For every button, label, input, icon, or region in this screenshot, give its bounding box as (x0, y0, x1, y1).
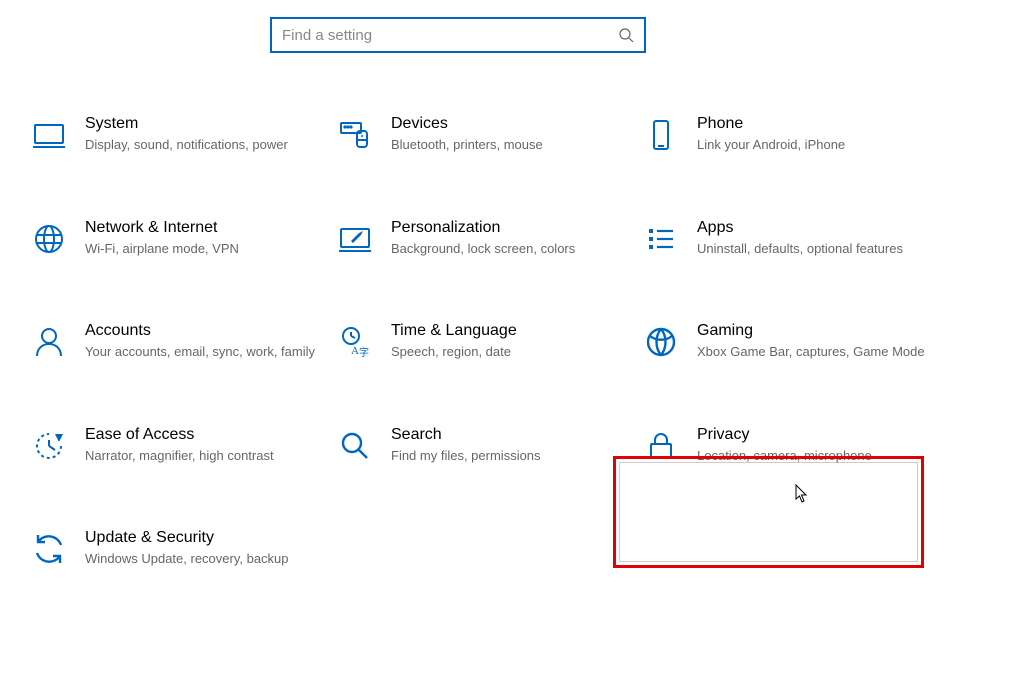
gaming-icon (643, 324, 679, 360)
tile-desc: Background, lock screen, colors (391, 240, 625, 258)
search-icon (618, 27, 634, 43)
tile-desc: Speech, region, date (391, 343, 625, 361)
tile-desc: Windows Update, recovery, backup (85, 550, 319, 568)
search-box[interactable] (270, 17, 646, 53)
tile-desc: Wi-Fi, airplane mode, VPN (85, 240, 319, 258)
tile-time-language[interactable]: A 字 Time & Language Speech, region, date (331, 317, 631, 366)
tile-title: Apps (697, 219, 931, 237)
tile-title: Time & Language (391, 322, 625, 340)
tile-desc: Your accounts, email, sync, work, family (85, 343, 319, 361)
tile-text: Network & Internet Wi-Fi, airplane mode,… (85, 219, 319, 258)
tile-apps[interactable]: Apps Uninstall, defaults, optional featu… (637, 214, 937, 263)
tile-search[interactable]: Search Find my files, permissions (331, 421, 631, 470)
tile-text: Gaming Xbox Game Bar, captures, Game Mod… (697, 322, 931, 361)
tile-system[interactable]: System Display, sound, notifications, po… (25, 110, 325, 159)
tile-title: Privacy (697, 426, 931, 444)
tile-desc: Uninstall, defaults, optional features (697, 240, 931, 258)
tile-desc: Bluetooth, printers, mouse (391, 136, 625, 154)
tile-text: Update & Security Windows Update, recove… (85, 529, 319, 568)
tile-desc: Link your Android, iPhone (697, 136, 931, 154)
time-language-icon: A 字 (337, 324, 373, 360)
tile-text: Time & Language Speech, region, date (391, 322, 625, 361)
tile-title: Network & Internet (85, 219, 319, 237)
svg-text:字: 字 (359, 346, 369, 359)
tile-desc: Find my files, permissions (391, 447, 625, 465)
tile-text: System Display, sound, notifications, po… (85, 115, 319, 154)
personalization-icon (337, 221, 373, 257)
tile-text: Phone Link your Android, iPhone (697, 115, 931, 154)
tile-text: Apps Uninstall, defaults, optional featu… (697, 219, 931, 258)
tile-phone[interactable]: Phone Link your Android, iPhone (637, 110, 937, 159)
tile-title: System (85, 115, 319, 133)
tile-text: Accounts Your accounts, email, sync, wor… (85, 322, 319, 361)
tile-title: Gaming (697, 322, 931, 340)
tile-personalization[interactable]: Personalization Background, lock screen,… (331, 214, 631, 263)
accounts-icon (31, 324, 67, 360)
devices-icon (337, 117, 373, 153)
tile-text: Ease of Access Narrator, magnifier, high… (85, 426, 319, 465)
tile-gaming[interactable]: Gaming Xbox Game Bar, captures, Game Mod… (637, 317, 937, 366)
tile-title: Personalization (391, 219, 625, 237)
tile-network[interactable]: Network & Internet Wi-Fi, airplane mode,… (25, 214, 325, 263)
tile-accounts[interactable]: Accounts Your accounts, email, sync, wor… (25, 317, 325, 366)
tile-privacy[interactable]: Privacy Location, camera, microphone (637, 421, 937, 470)
tile-title: Accounts (85, 322, 319, 340)
tile-text: Personalization Background, lock screen,… (391, 219, 625, 258)
privacy-icon (643, 428, 679, 464)
tile-desc: Xbox Game Bar, captures, Game Mode (697, 343, 931, 361)
tile-title: Search (391, 426, 625, 444)
svg-text:A: A (351, 345, 359, 357)
tile-desc: Display, sound, notifications, power (85, 136, 319, 154)
tile-title: Update & Security (85, 529, 319, 547)
tile-text: Search Find my files, permissions (391, 426, 625, 465)
search-input[interactable] (282, 27, 618, 44)
tile-title: Ease of Access (85, 426, 319, 444)
settings-grid: System Display, sound, notifications, po… (25, 110, 985, 573)
tile-desc: Location, camera, microphone (697, 447, 931, 465)
ease-of-access-icon (31, 428, 67, 464)
tile-title: Devices (391, 115, 625, 133)
tile-devices[interactable]: Devices Bluetooth, printers, mouse (331, 110, 631, 159)
tile-title: Phone (697, 115, 931, 133)
tile-desc: Narrator, magnifier, high contrast (85, 447, 319, 465)
search-tile-icon (337, 428, 373, 464)
apps-icon (643, 221, 679, 257)
globe-icon (31, 221, 67, 257)
tile-text: Devices Bluetooth, printers, mouse (391, 115, 625, 154)
tile-ease-of-access[interactable]: Ease of Access Narrator, magnifier, high… (25, 421, 325, 470)
tile-update-security[interactable]: Update & Security Windows Update, recove… (25, 524, 325, 573)
system-icon (31, 117, 67, 153)
update-icon (31, 531, 67, 567)
phone-icon (643, 117, 679, 153)
tile-text: Privacy Location, camera, microphone (697, 426, 931, 465)
